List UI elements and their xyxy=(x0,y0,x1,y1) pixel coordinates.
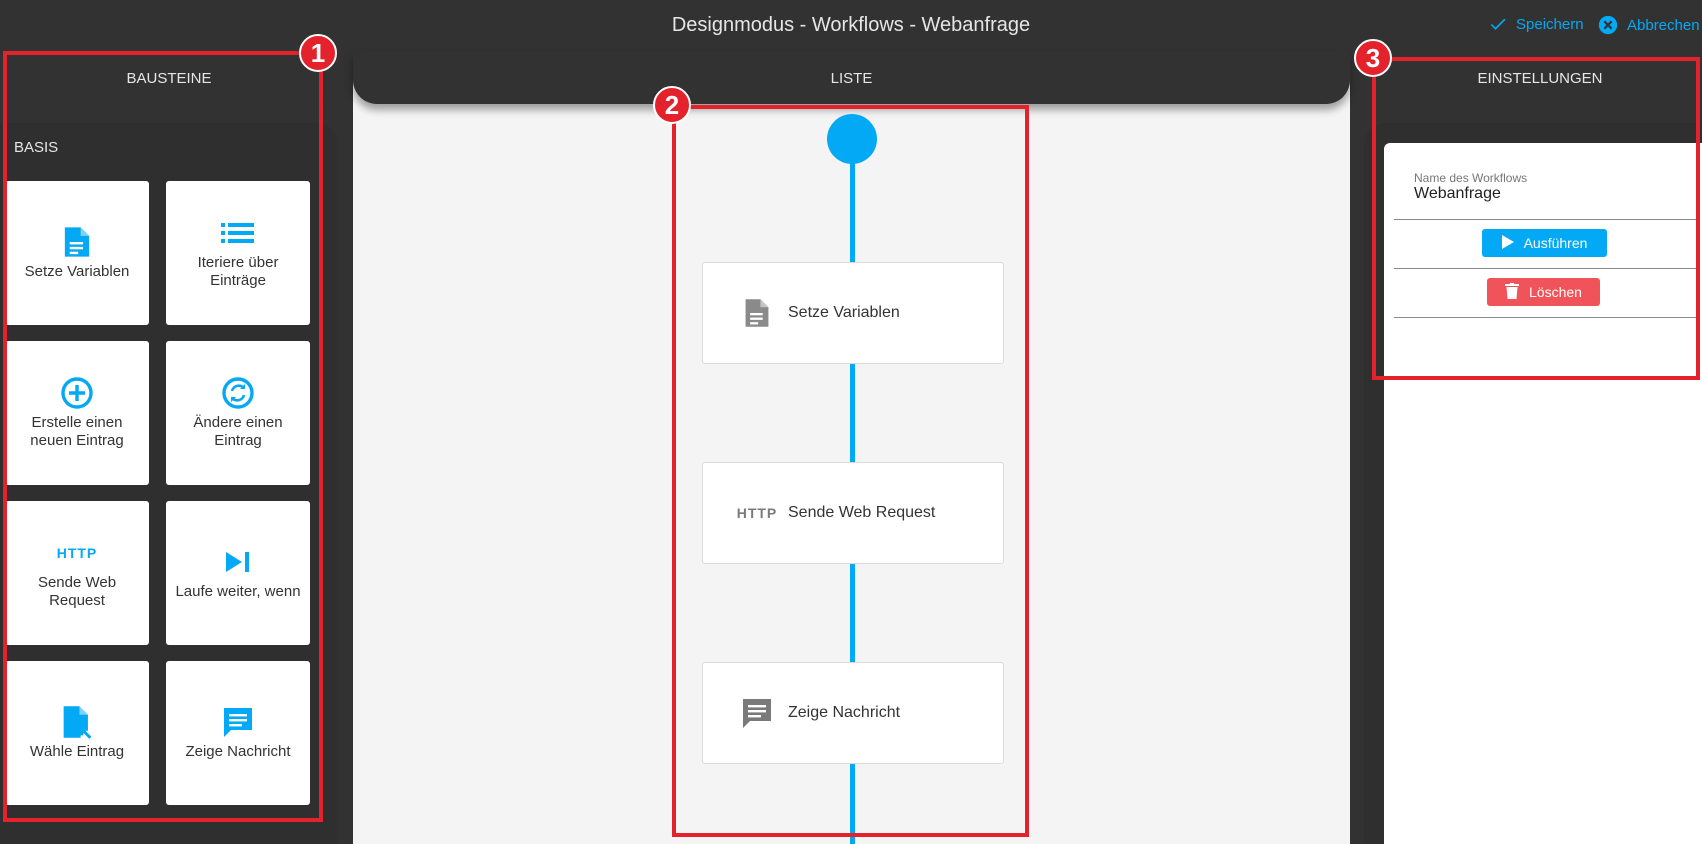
highlight-box-1 xyxy=(3,51,323,822)
annotation-badge-2: 2 xyxy=(653,86,691,124)
tab-liste[interactable]: LISTE xyxy=(353,52,1350,104)
cancel-label: Abbrechen xyxy=(1627,16,1700,34)
top-bar: Designmodus - Workflows - Webanfrage Spe… xyxy=(0,0,1702,52)
close-circle-icon xyxy=(1597,14,1619,36)
save-button[interactable]: Speichern xyxy=(1488,14,1584,34)
annotation-badge-1: 1 xyxy=(299,34,337,72)
highlight-box-3 xyxy=(1372,57,1700,380)
check-icon xyxy=(1488,14,1508,34)
annotation-badge-3: 3 xyxy=(1354,39,1392,77)
page-title: Designmodus - Workflows - Webanfrage xyxy=(671,14,1031,36)
save-label: Speichern xyxy=(1516,15,1584,33)
cancel-button[interactable]: Abbrechen xyxy=(1597,14,1700,36)
highlight-box-2 xyxy=(672,105,1029,837)
